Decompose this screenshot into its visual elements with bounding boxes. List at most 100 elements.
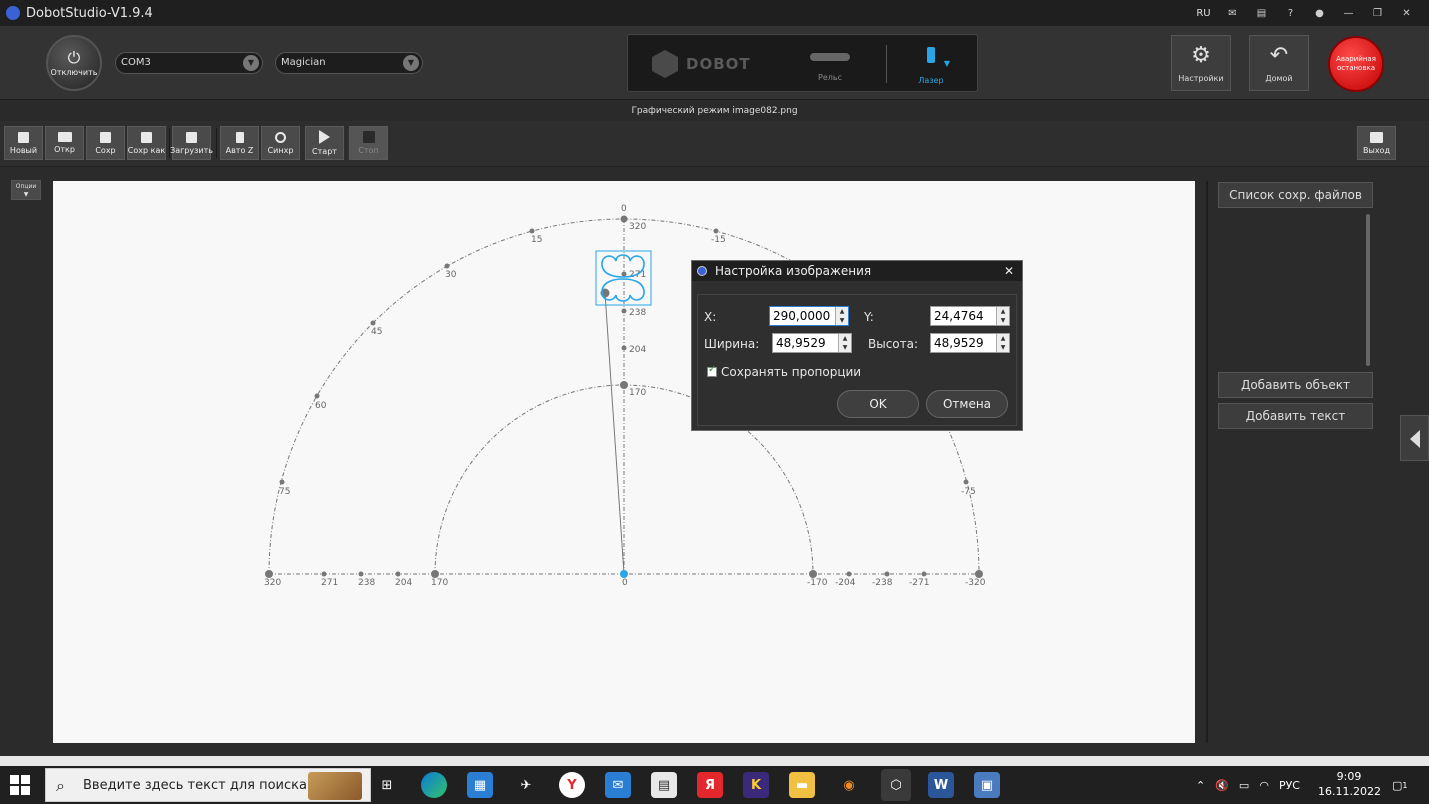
blender-icon[interactable]: ◉ <box>836 772 862 798</box>
stop-button[interactable]: Стоп <box>349 126 388 160</box>
save-button[interactable]: Сохр <box>86 126 125 160</box>
exit-button[interactable]: Выход <box>1357 126 1396 160</box>
system-clock[interactable]: 9:09 16.11.2022 <box>1318 769 1381 799</box>
close-icon[interactable]: ✕ <box>1392 0 1421 26</box>
auto-z-icon <box>235 131 244 143</box>
restore-icon[interactable]: ❐ <box>1363 0 1392 26</box>
rail-icon <box>810 53 850 61</box>
save-as-button[interactable]: Сохр как <box>127 126 166 160</box>
keep-ratio-checkbox[interactable]: Сохранять пропорции <box>707 364 861 379</box>
battery-icon[interactable]: ▭ <box>1239 779 1249 792</box>
minimize-icon[interactable]: — <box>1334 0 1363 26</box>
taskbar-search[interactable]: ⌕ Введите здесь текст для поиска <box>45 768 371 802</box>
workspace-canvas[interactable]: 0 15 30 45 60 75 -15 -75 320 271 238 204… <box>53 181 1195 743</box>
notification-count: 1 <box>1402 780 1408 790</box>
vertical-label: 170 <box>629 388 646 398</box>
speaker-muted-icon[interactable]: 🔇 <box>1215 779 1229 792</box>
mail-icon[interactable]: ✉ <box>605 772 631 798</box>
axis-tick <box>621 345 627 351</box>
new-label: Новый <box>9 145 38 155</box>
axis-tick <box>358 571 364 577</box>
device-select[interactable]: Magician ▼ <box>275 52 423 74</box>
width-input[interactable]: 48,9529 ▲ ▼ <box>772 333 852 353</box>
folder-icon[interactable]: ▬ <box>789 772 815 798</box>
chevron-up-icon[interactable]: ⌃ <box>1196 779 1205 792</box>
spinner-arrows-icon[interactable]: ▲ ▼ <box>835 307 848 325</box>
chat-icon[interactable]: ● <box>1305 0 1334 26</box>
spinner-arrows-icon[interactable]: ▲ ▼ <box>996 307 1009 325</box>
start-button[interactable]: Старт <box>305 126 344 160</box>
close-icon[interactable]: ✕ <box>1004 264 1014 278</box>
height-input[interactable]: 48,9529 ▲ ▼ <box>930 333 1010 353</box>
mail-icon[interactable]: ✉ <box>1218 0 1247 26</box>
yandex-browser-icon[interactable]: Y <box>559 772 585 798</box>
save-icon <box>100 131 111 143</box>
port-select[interactable]: COM3 ▼ <box>115 52 263 74</box>
collapse-panel-button[interactable] <box>1400 415 1429 461</box>
document-icon[interactable]: ▤ <box>1247 0 1276 26</box>
word-icon[interactable]: W <box>928 772 954 798</box>
folder-icon <box>57 132 72 142</box>
media-player-icon[interactable]: ✈ <box>513 772 539 798</box>
arc-tick <box>713 228 719 234</box>
height-value: 48,9529 <box>934 336 984 350</box>
vertical-label: 320 <box>629 222 646 232</box>
chevron-down-icon: ▼ <box>943 59 950 68</box>
spinner-arrows-icon[interactable]: ▲ ▼ <box>996 334 1009 352</box>
ok-button[interactable]: OK <box>837 390 919 418</box>
sync-button[interactable]: Синхр <box>261 126 300 160</box>
yandex-icon[interactable]: Я <box>697 772 723 798</box>
image-settings-dialog: Настройка изображения ✕ X: 290,0000 ▲ ▼ Y… <box>691 260 1023 431</box>
arc-label: -75 <box>961 487 976 497</box>
status-strip <box>0 756 1429 766</box>
axis-tick <box>884 571 890 577</box>
arc-tick <box>444 263 450 269</box>
kinopoisk-icon[interactable]: K <box>743 772 769 798</box>
edge-icon[interactable] <box>421 772 447 798</box>
saved-files-button[interactable]: Список сохр. файлов <box>1218 182 1373 208</box>
options-button[interactable]: Опции ▼ <box>11 180 41 200</box>
language-button[interactable]: RU <box>1189 0 1218 26</box>
laser-button[interactable]: ▼ Лазер <box>906 45 956 85</box>
settings-label: Настройки <box>1178 73 1224 83</box>
arc-tick <box>963 479 969 485</box>
dialog-titlebar: Настройка изображения ✕ <box>692 261 1022 281</box>
device-panel: DOBOT Рельс ▼ Лазер <box>627 34 978 92</box>
y-input[interactable]: 24,4764 ▲ ▼ <box>930 306 1010 326</box>
cancel-button[interactable]: Отмена <box>926 390 1008 418</box>
new-button[interactable]: Новый <box>4 126 43 160</box>
load-button[interactable]: Загрузить <box>170 126 213 160</box>
axis-point <box>620 215 628 223</box>
auto-z-button[interactable]: Авто Z <box>220 126 259 160</box>
settings-button[interactable]: ⚙ Настройки <box>1171 35 1231 91</box>
add-object-button[interactable]: Добавить объект <box>1218 372 1373 398</box>
options-label: Опции <box>15 183 37 190</box>
emergency-stop-button[interactable]: Аварийная остановка <box>1328 36 1384 92</box>
notifications-button[interactable]: ▢ 1 <box>1392 766 1408 804</box>
mode-title: Графический режим image082.png <box>0 101 1429 121</box>
help-icon[interactable]: ? <box>1276 0 1305 26</box>
home-label: Домой <box>1265 73 1293 83</box>
windows-start-icon[interactable] <box>10 775 30 795</box>
x-input[interactable]: 290,0000 ▲ ▼ <box>769 306 849 326</box>
scrollbar[interactable] <box>1366 214 1370 366</box>
input-language[interactable]: РУС <box>1279 779 1300 792</box>
auto-z-label: Авто Z <box>225 145 254 155</box>
disconnect-label: Отключить <box>50 67 98 77</box>
notes-icon[interactable]: ▤ <box>651 772 677 798</box>
remote-desktop-icon[interactable]: ▣ <box>974 772 1000 798</box>
y-label: Y: <box>864 310 874 324</box>
wifi-icon[interactable]: ◠ <box>1259 779 1269 792</box>
dobot-studio-icon[interactable]: ⬡ <box>881 769 911 801</box>
disconnect-button[interactable]: ⏻ Отключить <box>46 35 102 91</box>
rail-button[interactable]: Рельс <box>808 49 852 82</box>
arc-tick <box>529 228 535 234</box>
task-view-icon[interactable]: ⊞ <box>374 772 400 798</box>
add-text-button[interactable]: Добавить текст <box>1218 403 1373 429</box>
store-icon[interactable]: ▦ <box>467 772 493 798</box>
open-button[interactable]: Откр <box>45 126 84 160</box>
axis-label: 170 <box>431 578 448 588</box>
spinner-arrows-icon[interactable]: ▲ ▼ <box>838 334 851 352</box>
arc-label: 15 <box>531 235 542 245</box>
home-button[interactable]: ↶ Домой <box>1249 35 1309 91</box>
